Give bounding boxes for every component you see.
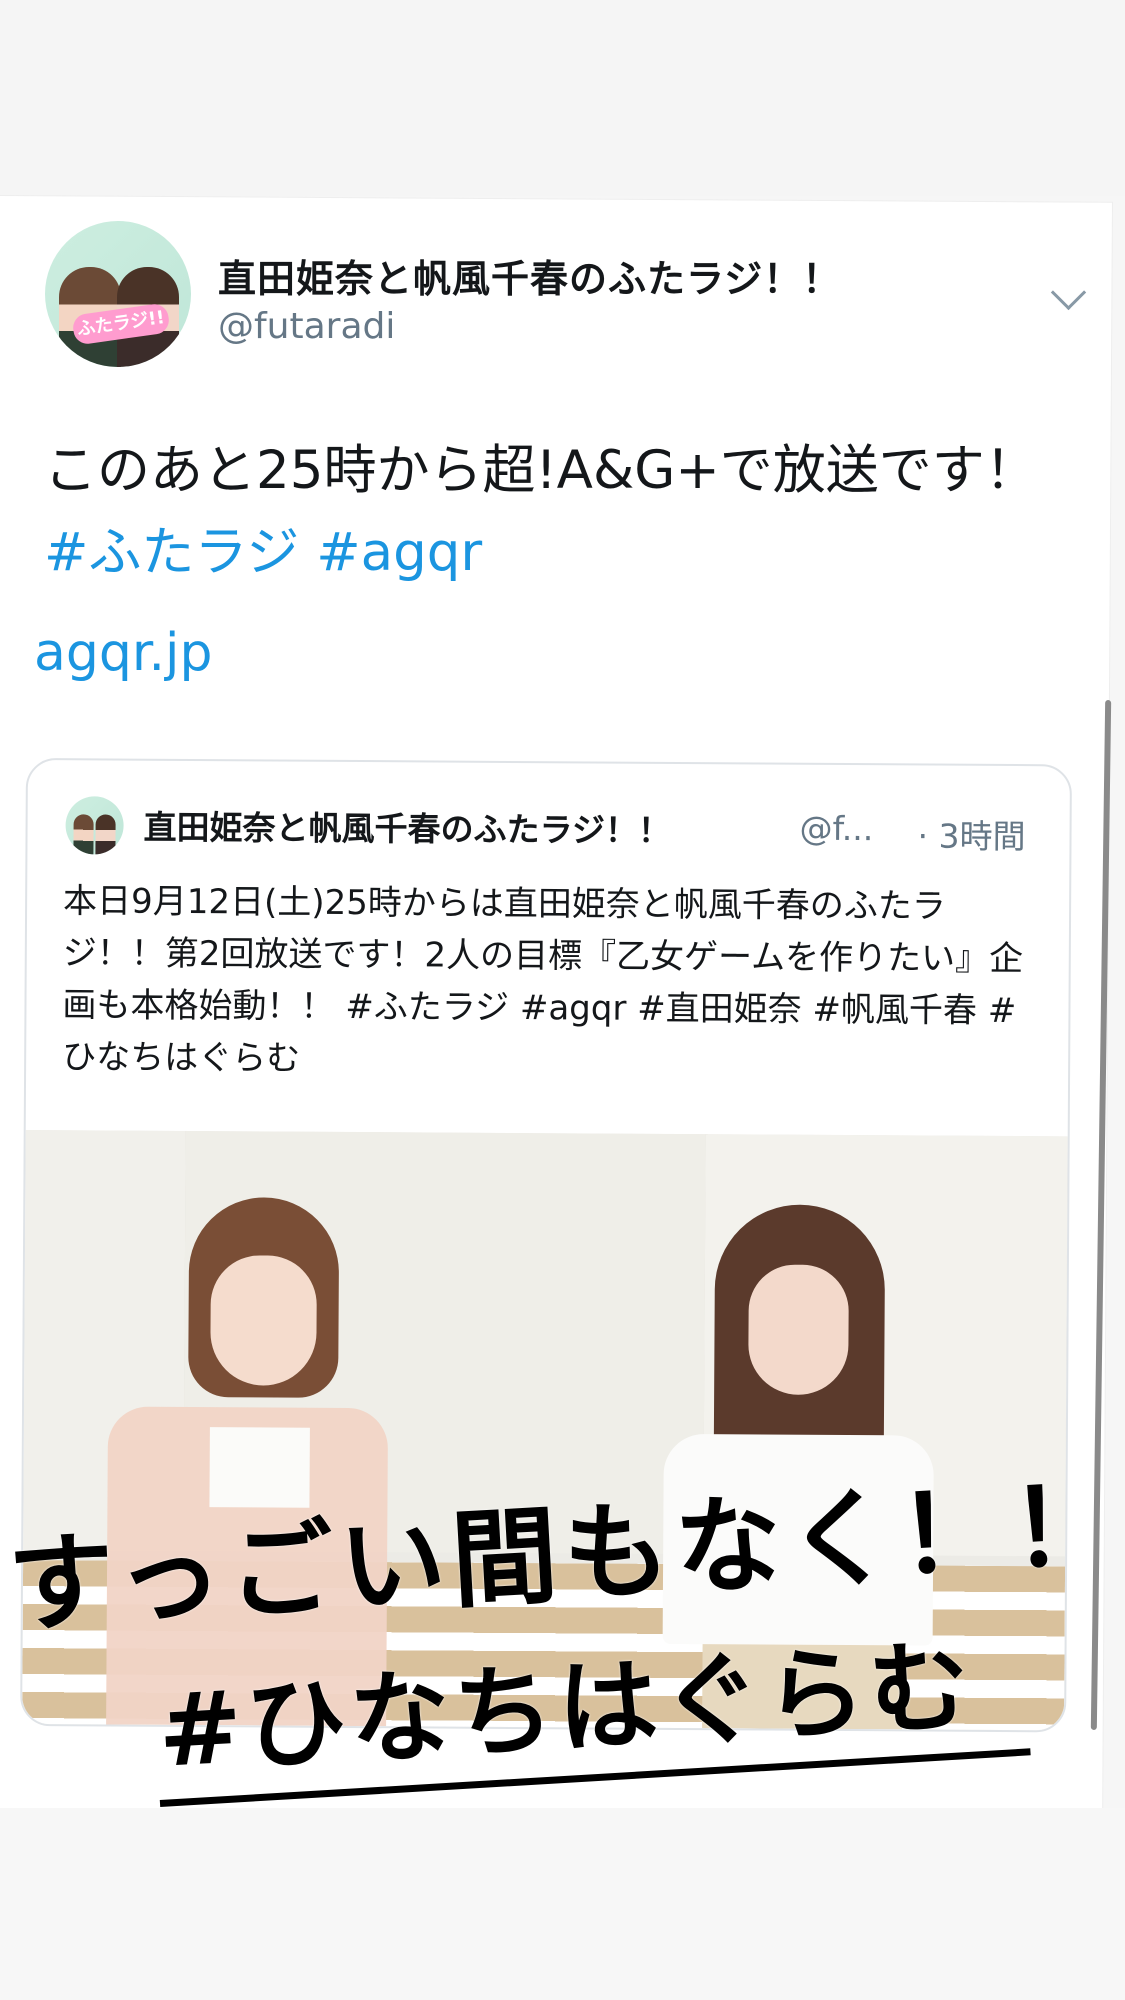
quoted-timestamp: · 3時間 [917,816,1026,857]
quoted-handle[interactable]: @f... [799,809,873,848]
story-top-background [0,0,1125,196]
tweet-link[interactable]: agqr.jp [34,623,212,683]
quoted-avatar[interactable] [65,796,124,855]
profile-avatar[interactable]: ふたラジ!! [45,221,191,367]
person-face [210,1255,317,1386]
hashtag-agqr[interactable]: #agqr [316,522,482,583]
story-bottom-background [0,1808,1125,2000]
user-handle[interactable]: @futaradi [218,306,395,347]
quoted-display-name[interactable]: 直田姫奈と帆風千春のふたラジ！！ [143,801,671,852]
tweet-text-body: このあと25時から超!A&G+で放送です！ [44,440,1038,501]
quoted-tweet-text: 本日9月12日(土)25時からは直田姫奈と帆風千春のふたラジ！！第2回放送です！… [62,881,1024,1079]
person-face [748,1264,849,1396]
display-name[interactable]: 直田姫奈と帆風千春のふたラジ！！ [218,248,841,303]
tweet-text: このあと25時から超!A&G+で放送です！ #ふたラジ #agqr [44,430,1064,594]
hashtag-futaradi[interactable]: #ふたラジ [44,522,299,583]
